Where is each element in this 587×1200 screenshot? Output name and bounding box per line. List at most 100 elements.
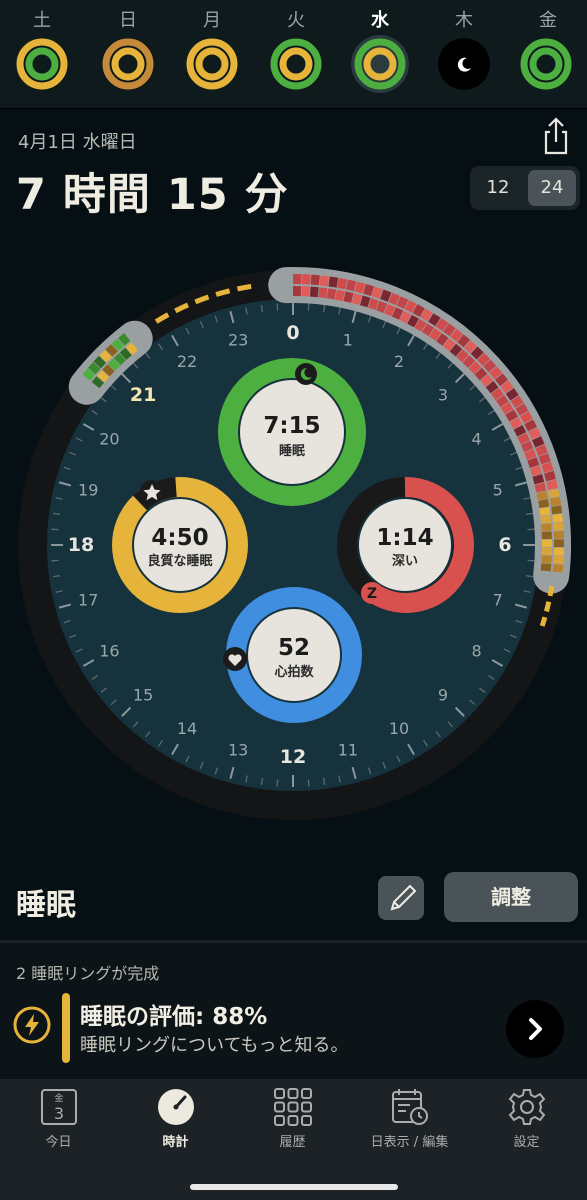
day-rings-icon [520, 38, 572, 90]
day-label: 水 [371, 10, 389, 31]
day-thursday[interactable]: 木 [422, 0, 506, 108]
sleep-block [435, 318, 449, 332]
hour-label: 16 [99, 642, 119, 661]
sleep-rating-title: 睡眠の評価: 88% [80, 1004, 268, 1030]
quality-ring-value: 4:50 [151, 525, 208, 551]
sleep-block [477, 352, 491, 366]
adjust-button[interactable]: 調整 [444, 872, 578, 922]
hour-label: 21 [130, 384, 156, 406]
hour-label: 9 [438, 685, 448, 704]
nap-block [111, 338, 125, 352]
day-saturday[interactable]: 土 [0, 0, 84, 108]
hour-label: 15 [133, 685, 153, 704]
nap-block [125, 342, 138, 355]
sleep-block [541, 461, 554, 473]
sleep-rating-card[interactable]: 2 睡眠リングが完成 睡眠の評価: 88% 睡眠リングについてもっと知る。 [0, 943, 587, 1079]
home-indicator [190, 1184, 398, 1190]
hour-label: 0 [286, 322, 299, 344]
sleep-block [470, 346, 484, 360]
sleep-block [540, 515, 552, 524]
hour-label: 12 [280, 746, 306, 768]
tab-day-view-edit[interactable]: 日表示 / 編集 [351, 1079, 468, 1159]
hour-label: 5 [493, 481, 503, 500]
quality-ring-label: 良質な睡眠 [147, 553, 212, 569]
svg-text:金: 金 [54, 1092, 63, 1104]
sleep-block [485, 380, 499, 394]
heart-rate-ring[interactable]: 52 心拍数 [223, 587, 362, 723]
tab-today[interactable]: 金 3 今日 [0, 1079, 117, 1159]
sleep-block [549, 497, 561, 507]
sleep-block [536, 491, 548, 501]
tab-settings[interactable]: 設定 [468, 1079, 585, 1159]
clock-tick [323, 304, 326, 313]
time-format-toggle: 12 24 [470, 166, 580, 210]
heart-ring-value: 52 [278, 635, 310, 661]
clock-tick [260, 304, 263, 313]
nap-block [119, 347, 132, 360]
day-label: 火 [287, 10, 305, 31]
lightning-icon [13, 1006, 51, 1044]
day-monday[interactable]: 月 [170, 0, 254, 108]
day-tuesday[interactable]: 火 [254, 0, 338, 108]
sleep-block [552, 513, 563, 523]
day-rings-icon [351, 35, 409, 93]
nap-block [82, 368, 95, 381]
sleep-block [354, 281, 366, 294]
day-sunday[interactable]: 日 [86, 0, 170, 108]
day-friday[interactable]: 金 [506, 0, 587, 108]
tab-label: 日表示 / 編集 [370, 1135, 449, 1150]
svg-text:Z: Z [367, 586, 377, 602]
sleep-block [538, 453, 551, 465]
rating-accent-bar [62, 993, 70, 1063]
sleep-block [414, 319, 427, 332]
sleep-section-title: 睡眠 [16, 888, 76, 923]
sleep-block [310, 274, 320, 286]
deep-sleep-ring[interactable]: Z 1:14 深い [337, 476, 474, 613]
sleep-block [534, 482, 547, 493]
sleep-block [420, 308, 433, 322]
tab-label: 設定 [513, 1135, 540, 1150]
tab-clock[interactable]: 時計 [117, 1079, 234, 1159]
rating-details-button[interactable] [506, 1000, 564, 1058]
day-wednesday-selected[interactable]: 水 [338, 0, 422, 108]
sleep-block [421, 323, 435, 337]
sleep-block [319, 275, 330, 287]
clock-tick [52, 575, 61, 578]
nap-block [99, 349, 112, 363]
sleep-block [404, 300, 417, 313]
day-label: 金 [539, 10, 557, 31]
day-rings-icon [186, 38, 238, 90]
sleep-clock: 0 1234567891011121314151617181920212223 7… [18, 267, 571, 820]
hour-label: 17 [78, 590, 98, 609]
sleep-block [513, 425, 527, 437]
format-12-option[interactable]: 12 [474, 170, 522, 206]
tab-history[interactable]: 履歴 [234, 1079, 351, 1159]
edit-button[interactable] [378, 876, 424, 920]
sleep-ring-value: 7:15 [263, 413, 320, 439]
sleep-block [505, 409, 518, 422]
sleep-block [552, 564, 564, 573]
sleep-block [548, 488, 560, 499]
sleep-block [532, 474, 545, 485]
pencil-icon [390, 884, 417, 911]
nap-block [93, 355, 107, 369]
sleep-block [399, 310, 412, 324]
share-icon[interactable] [540, 116, 572, 156]
format-24-option[interactable]: 24 [528, 170, 576, 206]
sleep-ring[interactable]: 7:15 睡眠 [218, 358, 366, 506]
sleep-block [328, 276, 339, 288]
day-rings-icon [270, 38, 322, 90]
hour-label: 20 [99, 430, 119, 449]
calendar-clock-icon [392, 1089, 428, 1125]
nap-block [96, 370, 110, 383]
sleep-block [388, 292, 400, 306]
sleep-block [510, 395, 524, 409]
sleep-block [538, 499, 550, 508]
deep-ring-label: 深い [392, 553, 418, 569]
sleep-block [553, 522, 564, 531]
hour-label: 11 [338, 740, 358, 759]
sleep-block [505, 388, 519, 401]
hour-label: 4 [472, 430, 482, 449]
sleep-block [495, 394, 509, 408]
sleep-block [535, 444, 548, 456]
